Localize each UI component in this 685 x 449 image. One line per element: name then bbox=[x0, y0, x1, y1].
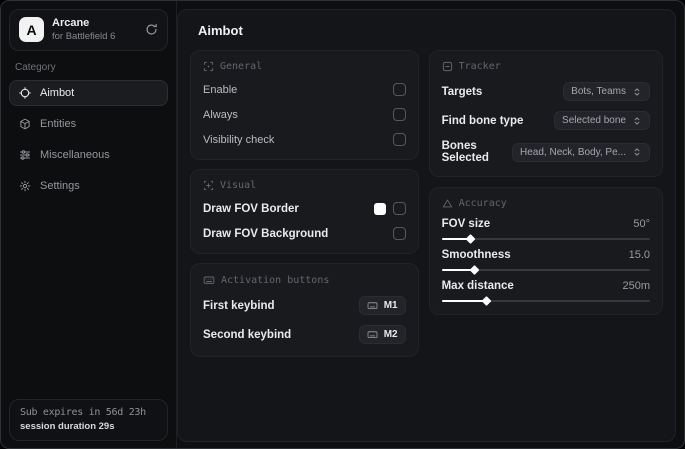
setting-row: Enable bbox=[203, 82, 406, 97]
setting-label: Bones Selected bbox=[441, 140, 489, 164]
gear-icon bbox=[19, 180, 31, 192]
accuracy-card: Accuracy FOV size 50° Smoothness 15.0 Ma… bbox=[428, 187, 663, 315]
setting-row: Always bbox=[203, 107, 406, 122]
first-keybind-button[interactable]: M1 bbox=[358, 296, 406, 315]
setting-row: Draw FOV Border bbox=[203, 201, 406, 216]
find-bone-type-select[interactable]: Selected bone bbox=[554, 111, 650, 130]
slider-label: FOV size bbox=[441, 218, 491, 230]
keyboard-icon bbox=[367, 329, 378, 340]
entities-icon bbox=[19, 118, 31, 130]
section-title: Tracker bbox=[458, 61, 501, 72]
draw-fov-background-checkbox[interactable] bbox=[392, 227, 406, 240]
brand-card: A Arcane for Battlefield 6 bbox=[9, 9, 168, 51]
setting-row: Bones Selected Head, Neck, Body, Pe... bbox=[442, 140, 650, 164]
setting-label: Visibility check bbox=[203, 133, 275, 146]
keybind-value: M2 bbox=[383, 329, 398, 340]
chevrons-up-down-icon bbox=[632, 116, 642, 126]
subscription-card: Sub expires in 56d 23h session duration … bbox=[9, 399, 168, 441]
app-logo: A bbox=[19, 17, 44, 43]
app-window: A Arcane for Battlefield 6 Category Aimb… bbox=[0, 0, 685, 449]
setting-row: Second keybind M2 bbox=[203, 325, 406, 344]
sidebar-item-aimbot[interactable]: Aimbot bbox=[9, 79, 168, 106]
app-subtitle: for Battlefield 6 bbox=[52, 30, 116, 42]
sidebar: A Arcane for Battlefield 6 Category Aimb… bbox=[1, 1, 177, 448]
fov-size-slider[interactable] bbox=[441, 234, 650, 244]
sidebar-item-miscellaneous[interactable]: Miscellaneous bbox=[9, 142, 168, 168]
setting-label: Draw FOV Border bbox=[203, 202, 299, 215]
section-title: Accuracy bbox=[458, 198, 507, 209]
scan-icon bbox=[203, 61, 214, 72]
sidebar-item-label: Miscellaneous bbox=[40, 148, 110, 161]
sliders-icon bbox=[19, 149, 31, 161]
smoothness-slider[interactable] bbox=[441, 265, 650, 275]
sidebar-item-entities[interactable]: Entities bbox=[9, 111, 168, 137]
select-value: Selected bone bbox=[562, 115, 626, 126]
visual-card: Visual Draw FOV Border Draw FOV Backgrou… bbox=[190, 169, 419, 254]
section-title: Visual bbox=[220, 180, 257, 191]
keyboard-icon bbox=[203, 274, 215, 286]
section-title: Activation buttons bbox=[221, 274, 330, 286]
sidebar-item-label: Settings bbox=[40, 179, 80, 192]
sub-expires-text: Sub expires in 56d 23h bbox=[20, 407, 146, 418]
setting-label: Always bbox=[203, 108, 238, 121]
sidebar-item-settings[interactable]: Settings bbox=[9, 173, 168, 199]
app-name: Arcane bbox=[52, 17, 90, 29]
slider-value: 50° bbox=[633, 218, 650, 230]
targets-select[interactable]: Bots, Teams bbox=[563, 82, 650, 101]
setting-label: First keybind bbox=[203, 299, 275, 312]
keybind-value: M1 bbox=[383, 300, 398, 311]
slider-value: 15.0 bbox=[628, 249, 650, 261]
slider-label: Smoothness bbox=[441, 249, 511, 261]
sidebar-item-label: Aimbot bbox=[40, 86, 75, 99]
fov-border-color-swatch[interactable] bbox=[373, 202, 386, 215]
setting-label: Enable bbox=[203, 83, 238, 96]
slider-label: Max distance bbox=[441, 280, 514, 292]
chevrons-up-down-icon bbox=[632, 147, 642, 157]
setting-label: Targets bbox=[441, 85, 483, 98]
setting-row: Visibility check bbox=[203, 132, 406, 147]
activation-card: Activation buttons First keybind M1 Seco… bbox=[190, 263, 419, 357]
crosshair-icon bbox=[19, 86, 31, 99]
max-distance-slider-group: Max distance 250m bbox=[441, 280, 650, 306]
select-value: Head, Neck, Body, Pe... bbox=[520, 146, 626, 158]
sidebar-item-label: Entities bbox=[40, 117, 77, 130]
category-label: Category bbox=[15, 61, 56, 73]
setting-row: Find bone type Selected bone bbox=[442, 111, 650, 130]
sidebar-nav: Aimbot Entities Miscellaneous Settings bbox=[1, 79, 176, 199]
second-keybind-button[interactable]: M2 bbox=[358, 325, 406, 344]
general-card: General Enable Always Visibility check bbox=[190, 50, 419, 160]
setting-label: Find bone type bbox=[441, 114, 524, 127]
setting-row: Targets Bots, Teams bbox=[442, 82, 650, 101]
fov-size-slider-group: FOV size 50° bbox=[441, 218, 650, 244]
visibility-check-checkbox[interactable] bbox=[392, 133, 406, 146]
enable-checkbox[interactable] bbox=[392, 83, 406, 96]
always-checkbox[interactable] bbox=[392, 108, 406, 121]
keyboard-icon bbox=[367, 300, 378, 311]
select-value: Bots, Teams bbox=[571, 86, 626, 97]
slider-value: 250m bbox=[622, 280, 650, 292]
slider-handle[interactable] bbox=[481, 296, 492, 306]
section-title: General bbox=[220, 61, 263, 72]
session-duration-text: session duration 29s bbox=[20, 421, 115, 432]
smoothness-slider-group: Smoothness 15.0 bbox=[441, 249, 650, 275]
main-panel: Aimbot General Enable Always Visibility … bbox=[177, 9, 676, 442]
slider-handle[interactable] bbox=[465, 234, 476, 244]
slider-handle[interactable] bbox=[469, 265, 480, 275]
setting-row: First keybind M1 bbox=[203, 296, 406, 315]
triangle-icon bbox=[442, 198, 453, 209]
page-title: Aimbot bbox=[198, 23, 243, 38]
bones-selected-select[interactable]: Head, Neck, Body, Pe... bbox=[512, 142, 650, 162]
setting-label: Second keybind bbox=[203, 328, 292, 341]
chevrons-up-down-icon bbox=[632, 87, 642, 97]
draw-fov-border-checkbox[interactable] bbox=[392, 202, 406, 215]
refresh-icon[interactable] bbox=[145, 23, 158, 36]
minus-square-icon bbox=[442, 61, 453, 72]
setting-row: Draw FOV Background bbox=[203, 226, 406, 241]
setting-label: Draw FOV Background bbox=[203, 227, 329, 240]
tracker-card: Tracker Targets Bots, Teams Find bone ty… bbox=[428, 50, 663, 177]
focus-icon bbox=[203, 180, 214, 191]
max-distance-slider[interactable] bbox=[441, 296, 650, 306]
